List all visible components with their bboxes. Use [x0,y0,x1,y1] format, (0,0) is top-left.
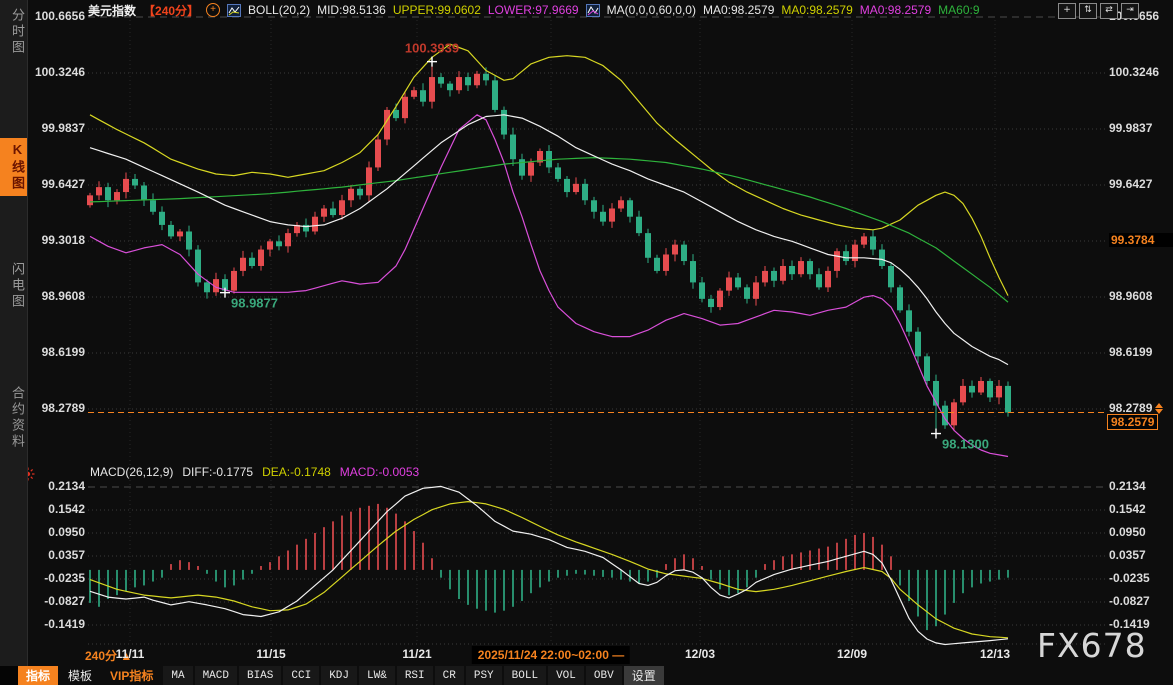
date-axis: 240分 ▲ 11/1111/1511/212025/11/24 22:00~0… [0,645,1173,666]
macd-label: 0.0950 [24,525,85,539]
toolbar-item-13[interactable]: VOL [548,666,584,685]
fit-vertical-icon[interactable]: ⇅ [1079,3,1097,19]
macd-header: MACD(26,12,9) DIFF:-0.1775 DEA:-0.1748 M… [90,465,419,479]
toolbar-item-0[interactable]: 指标 [18,666,58,685]
toolbar-item-9[interactable]: RSI [397,666,433,685]
toolbar-item-11[interactable]: PSY [466,666,502,685]
ma60-value: MA60:9 [938,3,979,17]
macd-dea-value: DEA:-0.1748 [262,465,331,479]
price-label-left: 99.6427 [24,177,85,191]
period-label: 【240分】 [143,2,199,19]
price-label-right: 98.9608 [1109,289,1171,303]
toolbar-item-10[interactable]: CR [435,666,464,685]
bottom-toolbar: 指标模板VIP指标MAMACDBIASCCIKDJLW&RSICRPSYBOLL… [0,666,1173,685]
sidebar-item-1[interactable]: K线图 [0,138,27,196]
macd-label: 0.0950 [1109,525,1171,539]
price-label-left: 98.2789 [24,401,85,415]
macd-label: -0.1419 [1109,617,1171,631]
toolbar-item-8[interactable]: LW& [359,666,395,685]
price-label-right: 99.6427 [1109,177,1171,191]
toolbar-item-6[interactable]: CCI [283,666,319,685]
ma0-yellow-value: MA0:98.2579 [781,3,852,17]
boll-upper-value: UPPER:99.0602 [393,3,481,17]
toolbar-item-12[interactable]: BOLL [504,666,546,685]
chart-app: 100.3939 98.9877 98.1300 分时图 K线图闪电图合约资料 美元指… [0,0,1173,685]
macd-label: -0.0827 [24,594,85,608]
right-marker-badge: 99.3784 [1109,233,1173,247]
price-label-right: 100.3246 [1109,65,1171,79]
date-tick: 11/11 [116,647,145,661]
chart-tool-icons: +⇅⇄⇥ [1058,3,1139,19]
toolbar-item-2[interactable]: VIP指标 [102,666,161,685]
toolbar-item-3[interactable]: MA [163,666,192,685]
price-label-left: 99.9837 [24,121,85,135]
macd-diff-value: DIFF:-0.1775 [182,465,253,479]
svg-text:100.3939: 100.3939 [405,41,459,56]
fit-horizontal-icon[interactable]: ⇄ [1100,3,1118,19]
macd-label: 0.0357 [1109,548,1171,562]
boll-lower-value: LOWER:97.9669 [488,3,579,17]
macd-label: MACD(26,12,9) [90,465,173,479]
macd-macd-value: MACD:-0.0053 [340,465,419,479]
ma0-magenta-value: MA0:98.2579 [860,3,931,17]
toolbar-item-4[interactable]: MACD [195,666,237,685]
toolbar-spacer [0,666,18,685]
toolbar-item-5[interactable]: BIAS [239,666,281,685]
macd-label: 0.1542 [24,502,85,516]
price-label-left: 98.9608 [24,289,85,303]
price-label-left: 100.6656 [24,9,85,23]
toolbar-item-14[interactable]: OBV [586,666,622,685]
current-price-badge: 98.2579 [1107,414,1158,430]
ma-label: MA(0,0,0,60,0,0) [607,3,696,17]
svg-text:98.9877: 98.9877 [231,296,278,311]
date-tick: 12/09 [837,647,867,661]
date-tick: 12/03 [685,647,715,661]
shift-right-icon[interactable]: ⇥ [1121,3,1139,19]
sidebar-item-3[interactable]: 合约资料 [0,386,27,450]
symbol-title: 美元指数 [88,2,136,19]
macd-label: 0.1542 [1109,502,1171,516]
sidebar: 分时图 K线图闪电图合约资料 [0,0,28,685]
price-label-left: 100.3246 [24,65,85,79]
pan-icon[interactable]: + [1058,3,1076,19]
macd-label: -0.0235 [24,571,85,585]
chart-header: 美元指数 【240分】 + BOLL(20,2) MID:98.5136 UPP… [88,2,980,18]
date-tick: 11/21 [402,647,431,661]
macd-label: 0.0357 [24,548,85,562]
toolbar-item-7[interactable]: KDJ [321,666,357,685]
price-macd-chart: 100.3939 98.9877 98.1300 [0,0,1173,685]
macd-label: -0.0827 [1109,594,1171,608]
toolbar-item-1[interactable]: 模板 [60,666,100,685]
boll-indicator-icon[interactable] [227,4,241,17]
svg-text:98.1300: 98.1300 [942,437,989,452]
macd-label: -0.1419 [24,617,85,631]
price-label-left: 98.6199 [24,345,85,359]
price-updown-icon[interactable] [1155,402,1163,415]
boll-mid-value: MID:98.5136 [317,3,386,17]
price-label-left: 99.3018 [24,233,85,247]
ma-indicator-icon[interactable] [586,4,600,17]
price-label-right: 99.9837 [1109,121,1171,135]
sidebar-item-0[interactable]: 分时图 [0,8,27,56]
price-label-right: 98.6199 [1109,345,1171,359]
selected-period-label: 2025/11/24 22:00~02:00 — [472,646,630,664]
add-indicator-icon[interactable]: + [206,3,220,17]
sidebar-item-2[interactable]: 闪电图 [0,262,27,310]
macd-label: -0.0235 [1109,571,1171,585]
date-tick: 12/13 [980,647,1010,661]
date-tick: 11/15 [256,647,285,661]
macd-label: 0.2134 [1109,479,1171,493]
boll-label: BOLL(20,2) [248,3,310,17]
ma0-white-value: MA0:98.2579 [703,3,774,17]
toolbar-item-15[interactable]: 设置 [624,666,664,685]
